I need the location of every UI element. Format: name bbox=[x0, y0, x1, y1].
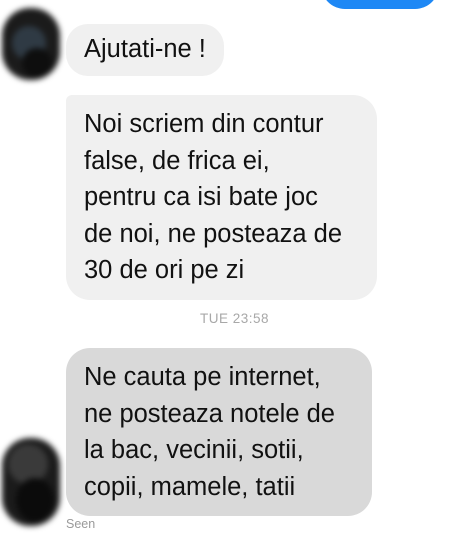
message-text: de noi, ne posteaza de bbox=[84, 219, 343, 248]
message-text: pentru ca isi bate joc bbox=[84, 183, 318, 211]
message-text: 30 de ori pe zi bbox=[84, 256, 245, 284]
sent-message-bubble[interactable] bbox=[321, 0, 439, 9]
message-bubble[interactable]: Noi scriem din contur false, de frica ei… bbox=[66, 95, 377, 300]
contact-avatar[interactable] bbox=[2, 8, 60, 80]
message-timestamp: TUE 23:58 bbox=[199, 311, 270, 326]
message-text: Ajutati-ne ! bbox=[84, 35, 206, 63]
contact-avatar[interactable] bbox=[2, 438, 60, 526]
message-text: ne posteaza notele de bbox=[84, 399, 335, 428]
message-text: false, de frica ei, bbox=[84, 146, 270, 175]
message-text: Ne cauta pe internet, bbox=[84, 363, 321, 391]
message-bubble[interactable]: Ajutati-ne ! bbox=[66, 24, 224, 76]
message-text: copii, mamele, tatii bbox=[84, 472, 296, 501]
message-text: Noi scriem din contur bbox=[84, 110, 324, 138]
message-text: la bac, vecinii, sotii, bbox=[84, 436, 304, 464]
seen-status: Seen bbox=[66, 517, 96, 531]
message-bubble-selected[interactable]: Ne cauta pe internet, ne posteaza notele… bbox=[66, 348, 372, 516]
